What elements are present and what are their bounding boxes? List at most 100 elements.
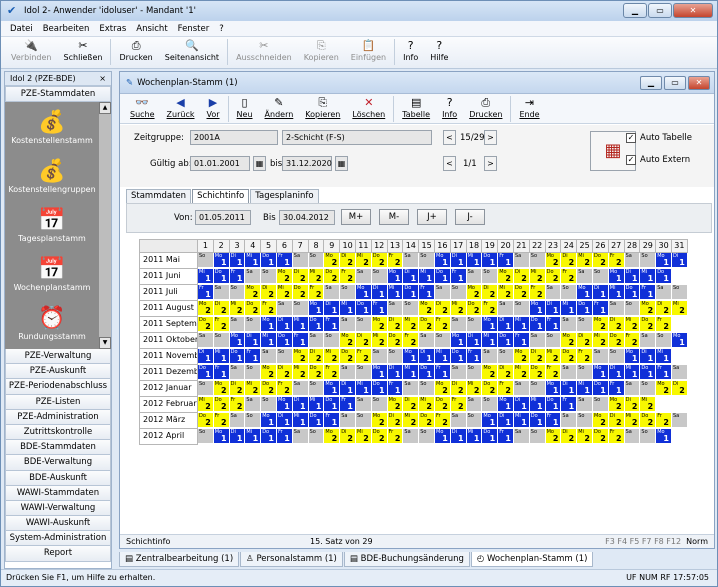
day-cell[interactable]: So bbox=[529, 429, 546, 444]
day-cell[interactable]: Di 2 bbox=[403, 397, 420, 412]
day-cell[interactable]: So bbox=[529, 253, 546, 268]
day-cell[interactable]: So bbox=[213, 333, 230, 348]
day-cell[interactable]: Sa bbox=[213, 285, 230, 300]
menu-extras[interactable]: Extras bbox=[99, 24, 126, 34]
day-cell[interactable]: So bbox=[608, 349, 625, 364]
day-cell[interactable]: So bbox=[419, 381, 435, 396]
day-cell[interactable]: Di 2 bbox=[340, 429, 356, 444]
day-cell[interactable]: Di 2 bbox=[608, 317, 625, 332]
month-minus-button[interactable]: M- bbox=[379, 209, 409, 225]
window-drucken-button[interactable]: ⎙ Drucken bbox=[463, 95, 508, 123]
day-cell[interactable]: Di 1 bbox=[229, 253, 246, 268]
scroll-down-icon[interactable]: ▼ bbox=[99, 337, 111, 349]
day-cell[interactable]: Do 2 bbox=[340, 349, 356, 364]
day-cell[interactable]: Fr 1 bbox=[387, 381, 404, 396]
day-cell[interactable]: Mo 2 bbox=[213, 381, 230, 396]
day-cell[interactable]: Mi 2 bbox=[593, 333, 609, 348]
day-cell[interactable]: Mi 2 bbox=[198, 397, 214, 412]
day-cell[interactable]: Di 2 bbox=[356, 333, 372, 348]
day-cell[interactable]: Mi 1 bbox=[529, 397, 546, 412]
day-cell[interactable]: Do 1 bbox=[229, 349, 246, 364]
day-cell[interactable]: Mo 2 bbox=[277, 269, 293, 284]
toolbar-einfügen-button[interactable]: 📋 Einfügen bbox=[345, 37, 392, 67]
day-cell[interactable]: So bbox=[308, 381, 325, 396]
day-cell[interactable] bbox=[672, 317, 688, 332]
window-suche-button[interactable]: 👓 Suche bbox=[124, 95, 161, 123]
day-cell[interactable]: Fr 1 bbox=[593, 301, 609, 316]
day-cell[interactable]: Mi 1 bbox=[624, 365, 641, 380]
day-cell[interactable]: So bbox=[340, 285, 356, 300]
child-close-button[interactable]: ✕ bbox=[688, 76, 710, 90]
day-cell[interactable]: So bbox=[640, 253, 657, 268]
day-cell[interactable]: Mi 1 bbox=[514, 413, 530, 428]
day-cell[interactable]: Fr 1 bbox=[324, 317, 341, 332]
day-cell[interactable]: Di 2 bbox=[261, 285, 277, 300]
day-cell[interactable]: Mi 2 bbox=[466, 381, 483, 396]
day-cell[interactable]: Mo 1 bbox=[261, 317, 277, 332]
day-cell[interactable]: Mo 2 bbox=[593, 317, 609, 332]
day-cell[interactable]: Do 1 bbox=[371, 381, 388, 396]
day-cell[interactable]: So bbox=[577, 365, 593, 380]
day-cell[interactable]: Di 1 bbox=[498, 413, 514, 428]
day-cell[interactable]: Sa bbox=[419, 333, 435, 348]
day-cell[interactable]: Mi 1 bbox=[482, 333, 499, 348]
day-cell[interactable]: Sa bbox=[229, 365, 246, 380]
day-cell[interactable]: Fr 1 bbox=[545, 413, 562, 428]
doc-tab-zentralbearbeitung-1-[interactable]: ▤ Zentralbearbeitung (1) bbox=[119, 551, 240, 567]
day-cell[interactable]: Di 2 bbox=[672, 381, 688, 396]
day-cell[interactable]: Di 2 bbox=[529, 349, 546, 364]
day-cell[interactable]: Fr 2 bbox=[261, 301, 277, 316]
day-cell[interactable]: Sa bbox=[292, 381, 309, 396]
tab-stammdaten[interactable]: Stammdaten bbox=[126, 189, 192, 203]
day-cell[interactable]: Sa bbox=[261, 349, 277, 364]
day-cell[interactable]: So bbox=[450, 285, 467, 300]
day-cell[interactable]: Mo 1 bbox=[213, 429, 230, 444]
day-cell[interactable]: Di 2 bbox=[213, 301, 230, 316]
day-cell[interactable]: Mi 2 bbox=[529, 269, 546, 284]
nav-section-pze-verwaltung[interactable]: PZE-Verwaltung bbox=[5, 349, 111, 365]
nav-item-wochenplanstamm[interactable]: 📅 Wochenplanstamm bbox=[5, 257, 99, 292]
day-cell[interactable]: Fr 2 bbox=[213, 413, 230, 428]
day-cell[interactable]: Mi 2 bbox=[640, 397, 657, 412]
day-cell[interactable]: Mo 1 bbox=[277, 397, 293, 412]
day-cell[interactable]: Di 2 bbox=[387, 317, 404, 332]
day-cell[interactable]: Di 1 bbox=[514, 397, 530, 412]
day-cell[interactable] bbox=[656, 397, 672, 412]
day-cell[interactable]: Di 1 bbox=[466, 333, 483, 348]
day-cell[interactable]: Do 1 bbox=[482, 429, 499, 444]
day-cell[interactable]: Fr 2 bbox=[608, 253, 625, 268]
nav-section-report[interactable]: Report bbox=[5, 546, 111, 562]
day-cell[interactable]: Sa bbox=[624, 381, 641, 396]
day-cell[interactable]: Fr 1 bbox=[340, 397, 356, 412]
day-cell[interactable]: Do 2 bbox=[245, 301, 262, 316]
day-cell[interactable]: Di 1 bbox=[198, 349, 214, 364]
day-cell[interactable]: Do 2 bbox=[198, 317, 214, 332]
nav-item-kostenstellenstamm[interactable]: 💰 Kostenstellenstamm bbox=[5, 110, 99, 145]
day-cell[interactable]: Mi 1 bbox=[308, 397, 325, 412]
day-cell[interactable]: Fr 2 bbox=[213, 317, 230, 332]
nav-section-system-administration[interactable]: System-Administration bbox=[5, 531, 111, 547]
day-cell[interactable]: Fr 1 bbox=[514, 333, 530, 348]
day-cell[interactable]: Sa bbox=[577, 269, 593, 284]
nav-scrollbar[interactable]: ▲ ▼ bbox=[99, 102, 111, 349]
day-cell[interactable]: So bbox=[482, 397, 499, 412]
day-cell[interactable]: Mo 2 bbox=[419, 301, 435, 316]
year-minus-button[interactable]: J- bbox=[455, 209, 485, 225]
day-cell[interactable] bbox=[672, 397, 688, 412]
scroll-up-icon[interactable]: ▲ bbox=[99, 102, 111, 114]
menu-ansicht[interactable]: Ansicht bbox=[136, 24, 167, 34]
nav-section-pze-listen[interactable]: PZE-Listen bbox=[5, 394, 111, 410]
day-cell[interactable]: Mo 1 bbox=[482, 413, 499, 428]
year-plus-button[interactable]: J+ bbox=[417, 209, 447, 225]
day-cell[interactable]: Do 2 bbox=[561, 349, 578, 364]
day-cell[interactable]: Fr 1 bbox=[277, 253, 293, 268]
day-cell[interactable]: Fr 2 bbox=[482, 301, 499, 316]
day-cell[interactable]: Mo 2 bbox=[545, 253, 562, 268]
day-cell[interactable]: Di 2 bbox=[435, 301, 451, 316]
menu-bearbeiten[interactable]: Bearbeiten bbox=[43, 24, 90, 34]
day-cell[interactable]: Mo 1 bbox=[308, 301, 325, 316]
day-cell[interactable] bbox=[672, 269, 688, 284]
day-cell[interactable]: Di 2 bbox=[482, 285, 499, 300]
day-cell[interactable]: Di 1 bbox=[419, 349, 435, 364]
day-cell[interactable]: So bbox=[529, 381, 546, 396]
